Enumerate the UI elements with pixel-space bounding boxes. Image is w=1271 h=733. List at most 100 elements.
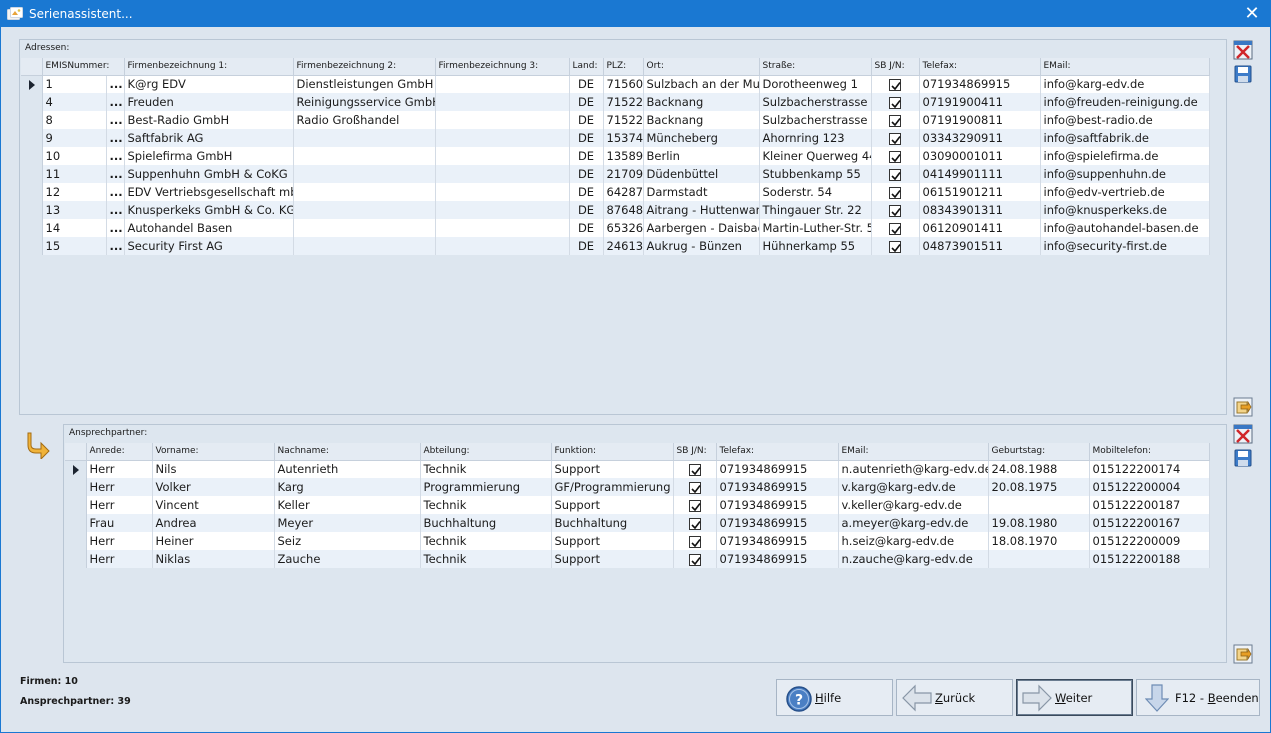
cell-firmenbezeichnung-3[interactable]: [435, 165, 570, 183]
address-row[interactable]: 1... K@rg EDV Dienstleistungen GmbH DE 71560…: [21, 75, 1210, 93]
cell-anrede[interactable]: Herr: [86, 478, 153, 496]
cell-strasse[interactable]: Sulzbacherstrasse 2: [759, 93, 872, 111]
cell-contact-email[interactable]: h.seiz@karg-edv.de: [838, 532, 989, 550]
cell-telefax[interactable]: 04873901511: [919, 237, 1041, 255]
cell-telefax[interactable]: 07191900811: [919, 111, 1041, 129]
cell-vorname[interactable]: Nils: [152, 460, 275, 478]
cell-land[interactable]: DE: [569, 201, 604, 219]
cell-firmenbezeichnung-1[interactable]: EDV Vertriebsgesellschaft mbH: [124, 183, 294, 201]
address-row[interactable]: 14... Autohandel Basen DE 65326 Aarbergen - …: [21, 219, 1210, 237]
col-ort[interactable]: Ort:: [643, 58, 760, 76]
col-firmenbezeichnung-1[interactable]: Firmenbezeichnung 1:: [124, 58, 294, 76]
details-button[interactable]: ...: [106, 147, 125, 165]
cell-ort[interactable]: Sulzbach an der Mu: [643, 75, 760, 93]
col-firmenbezeichnung-2[interactable]: Firmenbezeichnung 2:: [293, 58, 436, 76]
cell-plz[interactable]: 65326: [603, 219, 644, 237]
cell-firmenbezeichnung-3[interactable]: [435, 183, 570, 201]
col-plz[interactable]: PLZ:: [603, 58, 644, 76]
col-sb[interactable]: SB J/N:: [871, 58, 920, 76]
save-contact-icon[interactable]: [1233, 448, 1253, 468]
cell-ort[interactable]: Müncheberg: [643, 129, 760, 147]
beenden-button[interactable]: F12 - Beenden: [1136, 679, 1260, 716]
cell-email[interactable]: info@knusperkeks.de: [1040, 201, 1210, 219]
cell-plz[interactable]: 64287: [603, 183, 644, 201]
cell-sb[interactable]: [871, 183, 920, 201]
cell-nachname[interactable]: Karg: [274, 478, 421, 496]
cell-firmenbezeichnung-3[interactable]: [435, 201, 570, 219]
cell-sb[interactable]: [871, 219, 920, 237]
cell-plz[interactable]: 21709: [603, 165, 644, 183]
cell-funktion[interactable]: Support: [551, 550, 674, 568]
cell-strasse[interactable]: Stubbenkamp 55: [759, 165, 872, 183]
address-row[interactable]: 12... EDV Vertriebsgesellschaft mbH DE 6428…: [21, 183, 1210, 201]
cell-nachname[interactable]: Seiz: [274, 532, 421, 550]
cell-geburtstag[interactable]: 19.08.1980: [988, 514, 1090, 532]
cell-telefax[interactable]: 04149901111: [919, 165, 1041, 183]
sb-checkbox[interactable]: [889, 168, 901, 181]
contact-sb-checkbox[interactable]: [688, 553, 701, 566]
cell-geburtstag[interactable]: 18.08.1970: [988, 532, 1090, 550]
cell-firmenbezeichnung-2[interactable]: Radio Großhandel: [293, 111, 436, 129]
cell-land[interactable]: DE: [569, 93, 604, 111]
details-button[interactable]: ...: [106, 219, 125, 237]
cell-abteilung[interactable]: Buchhaltung: [420, 514, 552, 532]
cell-ort[interactable]: Berlin: [643, 147, 760, 165]
cell-vorname[interactable]: Vincent: [152, 496, 275, 514]
cell-telefax[interactable]: 071934869915: [919, 75, 1041, 93]
cell-nachname[interactable]: Zauche: [274, 550, 421, 568]
contact-row[interactable]: Herr Heiner Seiz Technik Support 071934869915…: [65, 532, 1210, 550]
cell-firmenbezeichnung-1[interactable]: Spielefirma GmbH: [124, 147, 294, 165]
cell-firmenbezeichnung-3[interactable]: [435, 93, 570, 111]
cell-firmenbezeichnung-2[interactable]: [293, 183, 436, 201]
cell-vorname[interactable]: Niklas: [152, 550, 275, 568]
cell-firmenbezeichnung-1[interactable]: Freuden: [124, 93, 294, 111]
row-indicator[interactable]: [21, 129, 43, 147]
cell-ort[interactable]: Darmstadt: [643, 183, 760, 201]
delete-contact-icon[interactable]: [1233, 424, 1253, 444]
zurueck-button[interactable]: Zurück: [896, 679, 1013, 716]
cell-mobiltelefon[interactable]: 015122200009: [1089, 532, 1210, 550]
cell-sb[interactable]: [871, 201, 920, 219]
address-row[interactable]: 8... Best-Radio GmbH Radio Großhandel DE 715…: [21, 111, 1210, 129]
cell-firmenbezeichnung-2[interactable]: Dienstleistungen GmbH: [293, 75, 436, 93]
col-funktion[interactable]: Funktion:: [551, 443, 674, 461]
cell-emisnummer[interactable]: 15: [42, 237, 107, 255]
row-indicator[interactable]: [21, 111, 43, 129]
cell-mobiltelefon[interactable]: 015122200188: [1089, 550, 1210, 568]
cell-firmenbezeichnung-1[interactable]: Knusperkeks GmbH & Co. KG: [124, 201, 294, 219]
cell-strasse[interactable]: Soderstr. 54: [759, 183, 872, 201]
cell-telefax[interactable]: 03343290911: [919, 129, 1041, 147]
cell-land[interactable]: DE: [569, 237, 604, 255]
cell-emisnummer[interactable]: 12: [42, 183, 107, 201]
cell-firmenbezeichnung-3[interactable]: [435, 219, 570, 237]
cell-telefax[interactable]: 03090001011: [919, 147, 1041, 165]
cell-plz[interactable]: 71522: [603, 93, 644, 111]
sb-checkbox[interactable]: [889, 96, 901, 109]
cell-abteilung[interactable]: Technik: [420, 532, 552, 550]
cell-ort[interactable]: Aitrang - Huttenwang: [643, 201, 760, 219]
cell-plz[interactable]: 87648: [603, 201, 644, 219]
close-icon[interactable]: ✕: [1242, 4, 1262, 24]
row-indicator[interactable]: [21, 183, 43, 201]
cell-sb[interactable]: [871, 111, 920, 129]
contact-row-indicator[interactable]: [65, 460, 87, 478]
cell-ort[interactable]: Backnang: [643, 93, 760, 111]
hilfe-button[interactable]: ? Hilfe: [776, 679, 893, 716]
sb-checkbox[interactable]: [889, 132, 901, 145]
cell-emisnummer[interactable]: 8: [42, 111, 107, 129]
col-contact-sb[interactable]: SB J/N:: [673, 443, 717, 461]
cell-strasse[interactable]: Hühnerkamp 55: [759, 237, 872, 255]
cell-contact-email[interactable]: n.autenrieth@karg-edv.de: [838, 460, 989, 478]
contact-row-indicator[interactable]: [65, 550, 87, 568]
cell-geburtstag[interactable]: [988, 496, 1090, 514]
cell-firmenbezeichnung-1[interactable]: K@rg EDV: [124, 75, 294, 93]
row-indicator[interactable]: [21, 219, 43, 237]
col-email[interactable]: EMail:: [1040, 58, 1210, 76]
export-contact-icon[interactable]: [1233, 644, 1253, 664]
cell-plz[interactable]: 13589: [603, 147, 644, 165]
cell-sb[interactable]: [871, 147, 920, 165]
cell-email[interactable]: info@autohandel-basen.de: [1040, 219, 1210, 237]
cell-sb[interactable]: [871, 129, 920, 147]
cell-contact-sb[interactable]: [673, 532, 717, 550]
cell-email[interactable]: info@edv-vertrieb.de: [1040, 183, 1210, 201]
